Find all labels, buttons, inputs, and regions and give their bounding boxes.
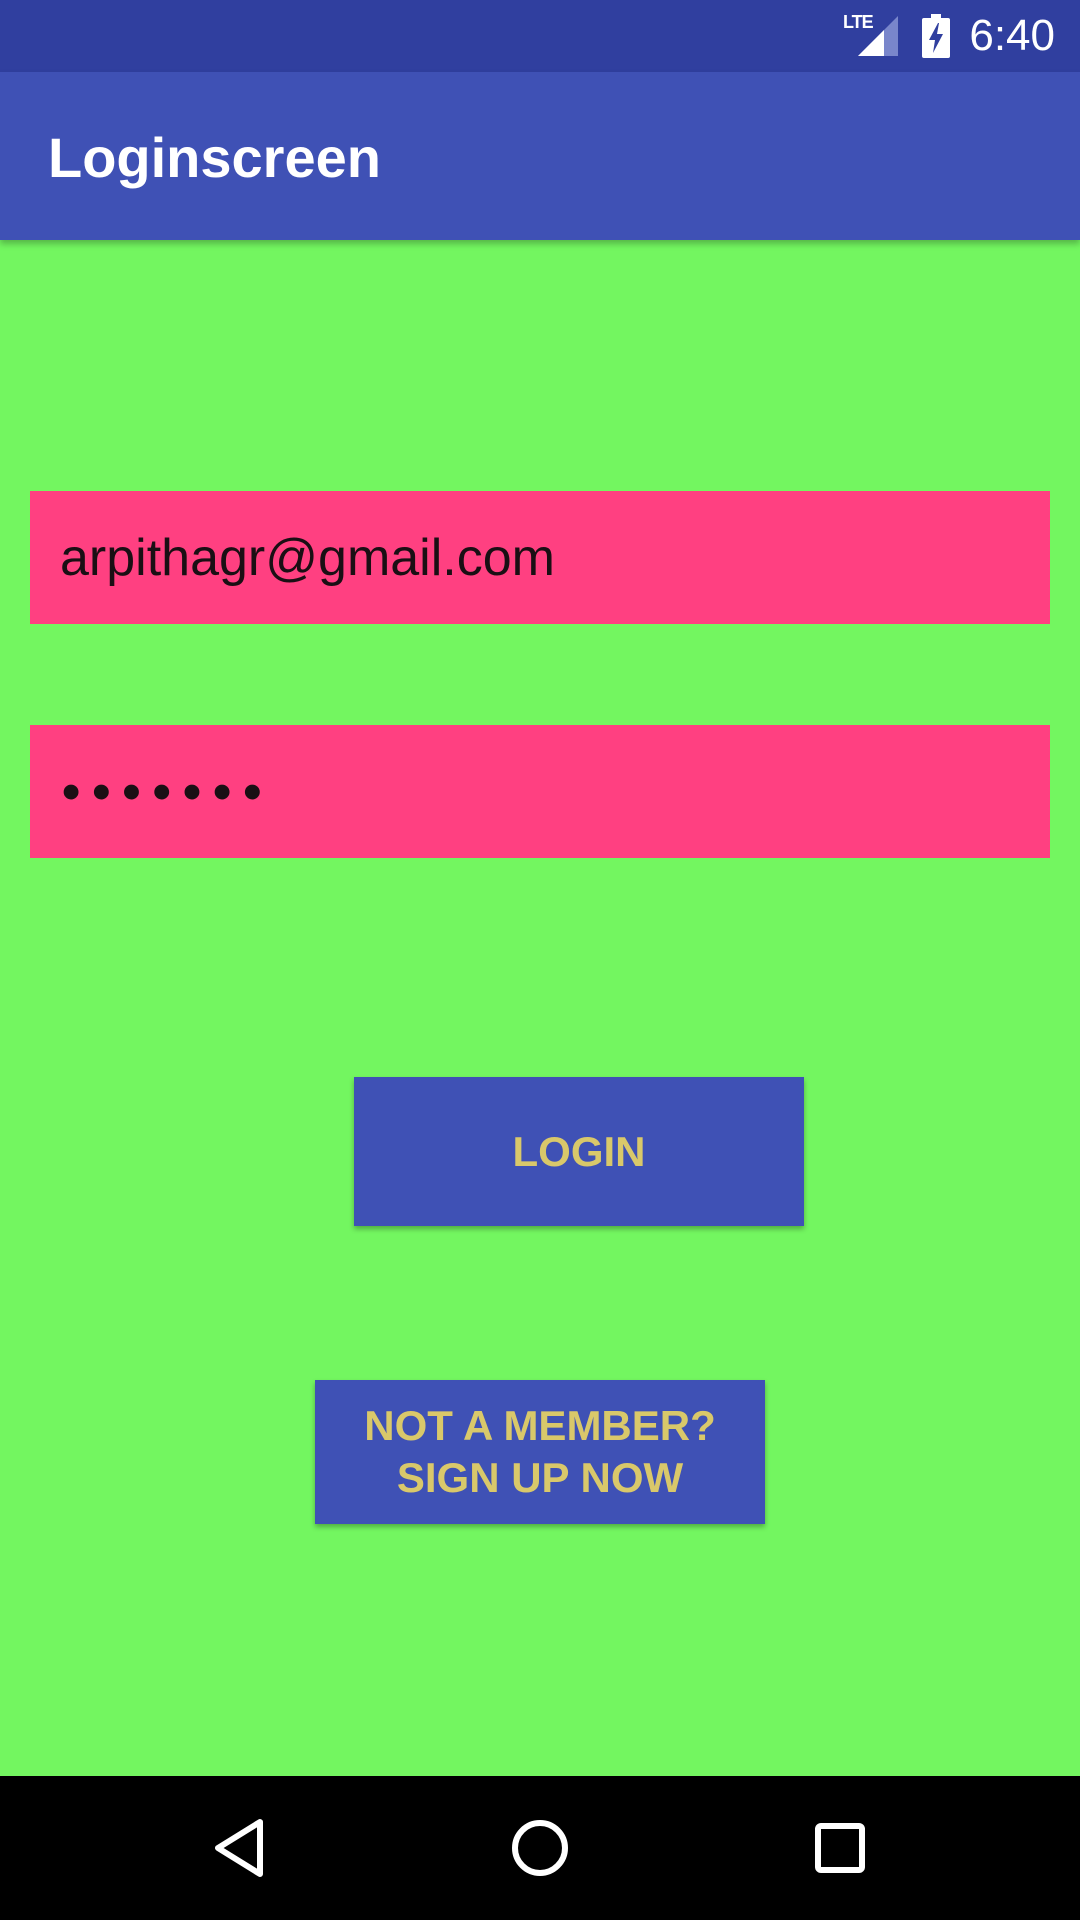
signup-button[interactable]: NOT A MEMBER? SIGN UP NOW: [315, 1380, 765, 1524]
password-value: •••••••: [62, 762, 274, 821]
login-screen: LTE 6:40 Loginscreen arpithagr@gmail.com…: [0, 0, 1080, 1920]
battery-charging-icon: [922, 14, 950, 58]
home-icon[interactable]: [504, 1812, 576, 1884]
email-field[interactable]: arpithagr@gmail.com: [30, 491, 1050, 624]
navigation-bar: [0, 1776, 1080, 1920]
password-field[interactable]: •••••••: [30, 725, 1050, 858]
status-bar: LTE 6:40: [0, 0, 1080, 72]
recents-icon[interactable]: [804, 1812, 876, 1884]
login-button[interactable]: LOGIN: [354, 1077, 804, 1226]
back-icon[interactable]: [204, 1812, 276, 1884]
app-title: Loginscreen: [48, 126, 381, 189]
status-time: 6:40: [969, 11, 1055, 60]
email-value: arpithagr@gmail.com: [60, 528, 555, 587]
signal-icon: [858, 16, 898, 56]
app-bar: Loginscreen: [0, 72, 1080, 240]
